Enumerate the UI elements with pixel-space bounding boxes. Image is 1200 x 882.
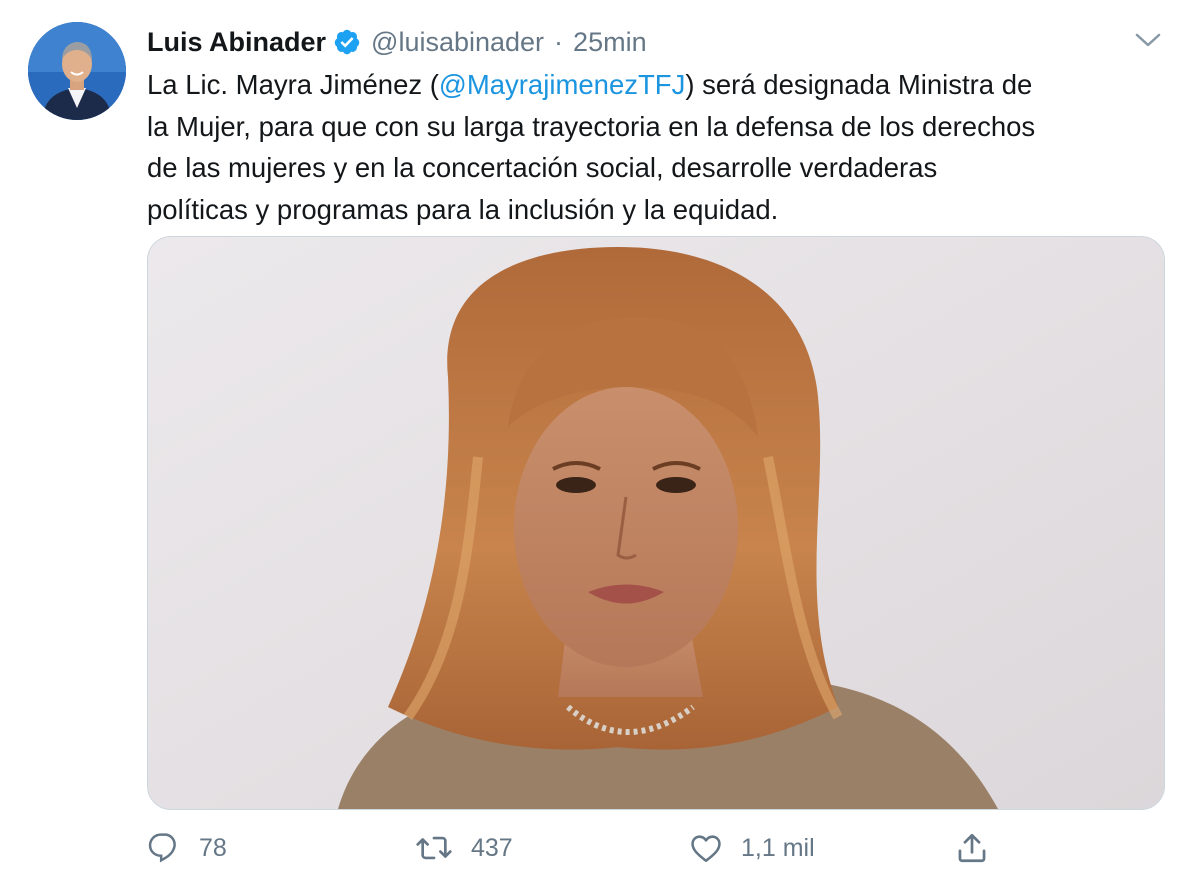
author-avatar[interactable] [28,22,126,120]
retweet-icon [416,836,452,860]
tweet-text-line-4: políticas y programas para la inclusión … [147,193,779,225]
tweet-text: La Lic. Mayra Jiménez (@MayrajimenezTFJ)… [147,64,1167,230]
mention-link[interactable]: @MayrajimenezTFJ [439,69,685,100]
tweet-text-line-2: la Mujer, para que con su larga trayecto… [147,110,1036,142]
share-button[interactable] [955,826,989,870]
author-name[interactable]: Luis Abinader [147,27,326,58]
tweet-text-line-1: La Lic. Mayra Jiménez (@MayrajimenezTFJ)… [147,69,1033,100]
tweet-timestamp[interactable]: 25min [573,27,647,58]
profile-photo-icon [28,22,126,120]
like-button[interactable]: 1,1 mil [689,826,815,870]
author-handle[interactable]: @luisabinader [371,27,544,58]
retweet-count: 437 [471,833,513,862]
reply-button[interactable]: 78 [147,826,227,870]
verified-badge-icon [333,28,361,56]
tweet-text-line-3: de las mujeres y en la concertación soci… [147,152,938,183]
portrait-photo-icon [148,237,1164,809]
reply-count: 78 [199,833,227,862]
tweet-header: Luis Abinader @luisabinader · 25min [147,24,647,60]
tweet-actions: 78 437 1,1 mil [147,826,1167,870]
more-options-chevron-down-icon[interactable] [1134,30,1162,50]
heart-icon [691,835,721,863]
share-icon [958,833,986,863]
tweet-photo[interactable] [147,236,1165,810]
header-separator: · [554,26,564,57]
retweet-button[interactable]: 437 [415,826,513,870]
reply-icon [148,833,176,863]
tweet[interactable]: Luis Abinader @luisabinader · 25min La L… [0,0,1200,882]
like-count: 1,1 mil [741,833,815,862]
